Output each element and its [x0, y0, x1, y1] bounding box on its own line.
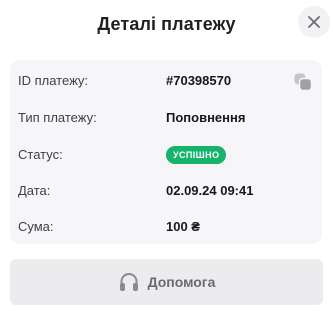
payment-details-panel: ID платежу: #70398570 Тип платежу: Попов… — [10, 60, 322, 244]
copy-id-button[interactable] — [293, 72, 313, 92]
help-button[interactable]: Допомога — [10, 259, 323, 305]
dialog-header: Деталі платежу — [0, 0, 333, 56]
payment-id-label: ID платежу: — [18, 73, 89, 88]
dialog-title: Деталі платежу — [97, 14, 236, 34]
detail-row-status: Статус: УСПІШНО — [10, 136, 322, 173]
amount-label: Сума: — [18, 219, 54, 234]
detail-row-amount: Сума: 100 ₴ — [10, 208, 322, 245]
help-button-label: Допомога — [147, 274, 216, 290]
status-label: Статус: — [18, 147, 63, 162]
payment-type-value: Поповнення — [166, 110, 246, 125]
detail-row-date: Дата: 02.09.24 09:41 — [10, 172, 322, 209]
headphones-icon — [119, 273, 138, 291]
payment-details-dialog: Деталі платежу ID платежу: #70398570 Тип… — [0, 0, 333, 312]
date-label: Дата: — [18, 183, 51, 198]
detail-row-id: ID платежу: #70398570 — [10, 62, 322, 99]
status-badge: УСПІШНО — [166, 145, 227, 164]
payment-id-value: #70398570 — [166, 73, 232, 88]
detail-row-type: Тип платежу: Поповнення — [10, 99, 322, 136]
date-value: 02.09.24 09:41 — [166, 183, 254, 198]
close-icon — [308, 16, 320, 28]
close-button[interactable] — [298, 6, 330, 38]
amount-value: 100 ₴ — [166, 219, 200, 234]
copy-icon — [294, 73, 313, 92]
payment-type-label: Тип платежу: — [18, 110, 97, 125]
